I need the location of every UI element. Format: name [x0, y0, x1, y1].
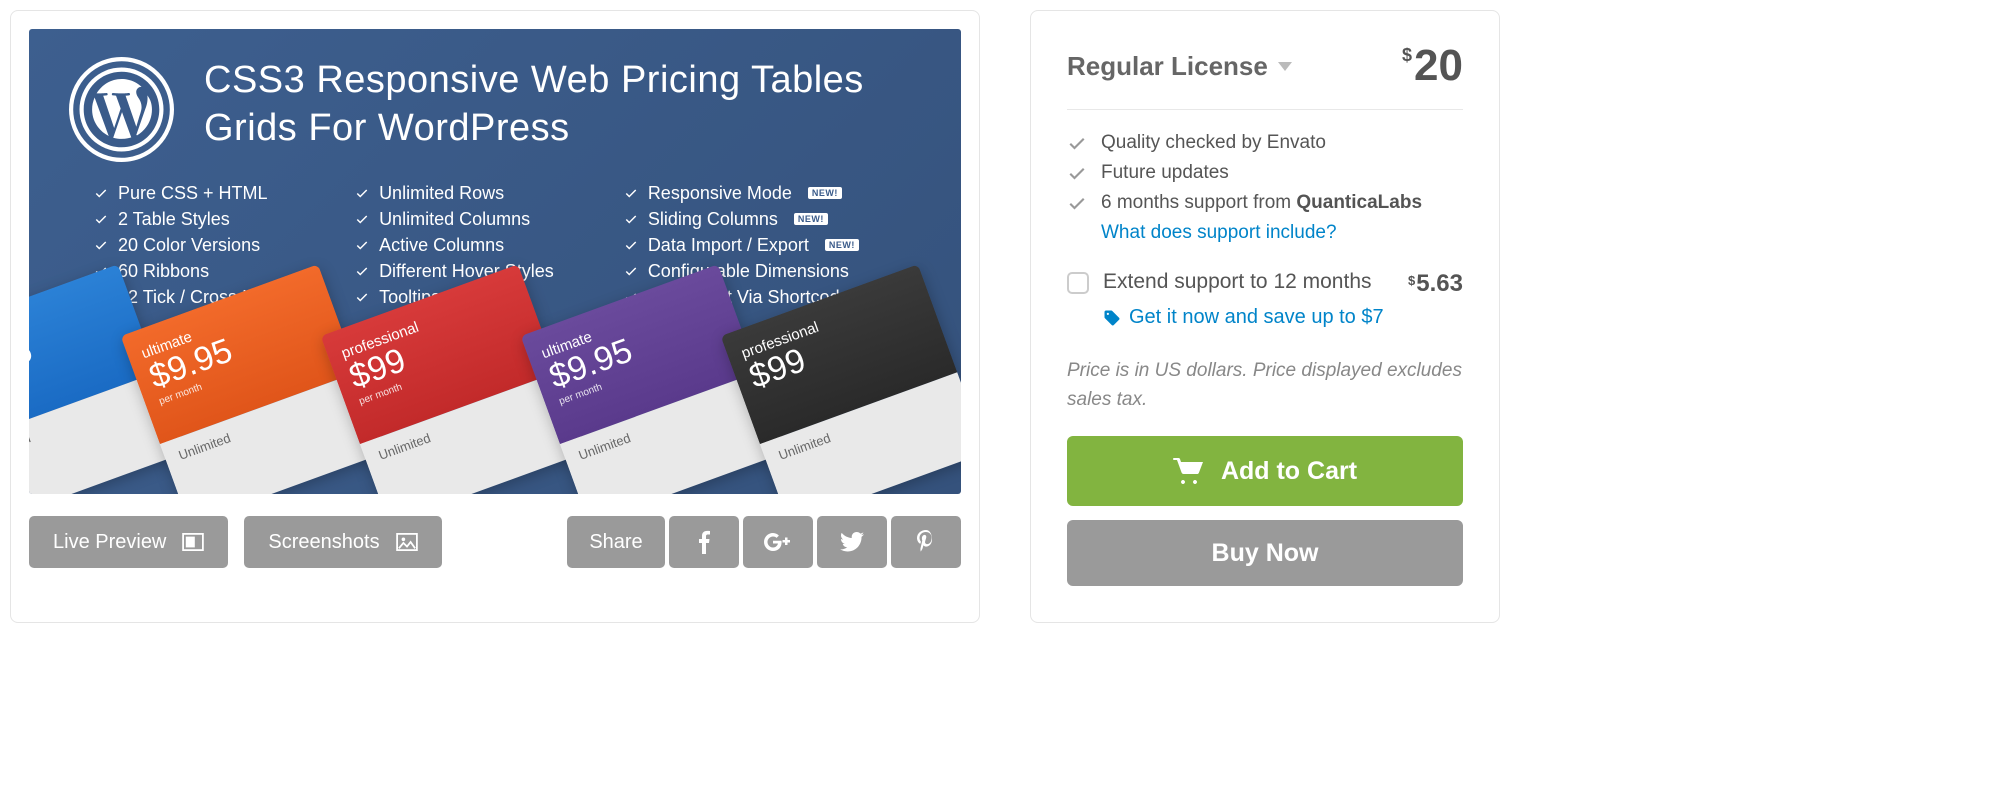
facebook-icon — [698, 530, 710, 554]
facebook-share-button[interactable] — [669, 516, 739, 568]
chevron-down-icon — [1278, 62, 1292, 71]
check-icon — [94, 186, 108, 200]
license-selector[interactable]: Regular License — [1067, 51, 1292, 82]
live-preview-button[interactable]: Live Preview — [29, 516, 228, 568]
tag-icon — [1103, 309, 1121, 327]
feature-item: Sliding ColumnsNEW! — [624, 206, 859, 232]
check-icon — [624, 212, 638, 226]
check-icon — [94, 212, 108, 226]
add-to-cart-button[interactable]: Add to Cart — [1067, 436, 1463, 506]
wordpress-logo-icon — [69, 57, 174, 162]
feature-item: 2 Table Styles — [94, 206, 285, 232]
pinterest-icon — [917, 530, 935, 554]
feature-item: Pure CSS + HTML — [94, 180, 285, 206]
check-icon — [355, 290, 369, 304]
new-badge: NEW! — [825, 239, 859, 251]
googleplus-icon — [764, 533, 792, 551]
check-icon — [624, 186, 638, 200]
new-badge: NEW! — [808, 187, 842, 199]
feature-item: Active Columns — [355, 232, 554, 258]
twitter-icon — [840, 532, 864, 552]
benefit-quality: Quality checked by Envato — [1067, 128, 1463, 158]
benefit-support: 6 months support from QuanticaLabs — [1067, 188, 1463, 218]
check-icon — [1067, 193, 1087, 213]
price-disclaimer: Price is in US dollars. Price displayed … — [1067, 347, 1463, 436]
share-button[interactable]: Share — [567, 516, 665, 568]
feature-item: Responsive ModeNEW! — [624, 180, 859, 206]
preview-icon — [182, 533, 204, 551]
benefits-list: Quality checked by Envato Future updates… — [1067, 110, 1463, 262]
check-icon — [355, 238, 369, 252]
check-icon — [355, 212, 369, 226]
check-icon — [624, 238, 638, 252]
extend-support-row: Extend support to 12 months $5.63 — [1067, 262, 1463, 302]
pinterest-share-button[interactable] — [891, 516, 961, 568]
extend-support-label: Extend support to 12 months — [1103, 270, 1394, 294]
share-group: Share — [567, 516, 961, 568]
extend-price: $5.63 — [1408, 270, 1463, 298]
pricing-cards-preview: ultimate $9.95 per month Unlimited ultim… — [29, 324, 961, 494]
googleplus-share-button[interactable] — [743, 516, 813, 568]
feature-item: Unlimited Rows — [355, 180, 554, 206]
screenshots-button[interactable]: Screenshots — [244, 516, 441, 568]
hero-image: CSS3 Responsive Web Pricing Tables Grids… — [29, 29, 961, 494]
feature-item: 20 Color Versions — [94, 232, 285, 258]
buy-now-button[interactable]: Buy Now — [1067, 520, 1463, 586]
feature-item: Data Import / ExportNEW! — [624, 232, 859, 258]
new-badge: NEW! — [794, 213, 828, 225]
purchase-sidebar: Regular License $20 Quality checked by E… — [1030, 10, 1500, 623]
extend-promo-link[interactable]: Get it now and save up to $7 — [1103, 302, 1463, 347]
check-icon — [355, 186, 369, 200]
feature-item: Unlimited Columns — [355, 206, 554, 232]
benefit-updates: Future updates — [1067, 158, 1463, 188]
extend-support-checkbox[interactable] — [1067, 272, 1089, 294]
twitter-share-button[interactable] — [817, 516, 887, 568]
check-icon — [624, 264, 638, 278]
price-display: $20 — [1402, 41, 1463, 91]
action-bar: Live Preview Screenshots Share — [29, 516, 961, 568]
feature-item: Configurable Dimensions — [624, 258, 859, 284]
image-icon — [396, 533, 418, 551]
support-include-link[interactable]: What does support include? — [1101, 218, 1463, 258]
preview-panel: CSS3 Responsive Web Pricing Tables Grids… — [10, 10, 980, 623]
hero-title: CSS3 Responsive Web Pricing Tables Grids… — [204, 57, 864, 152]
check-icon — [355, 264, 369, 278]
check-icon — [1067, 133, 1087, 153]
check-icon — [94, 238, 108, 252]
check-icon — [1067, 163, 1087, 183]
cart-icon — [1173, 458, 1203, 484]
